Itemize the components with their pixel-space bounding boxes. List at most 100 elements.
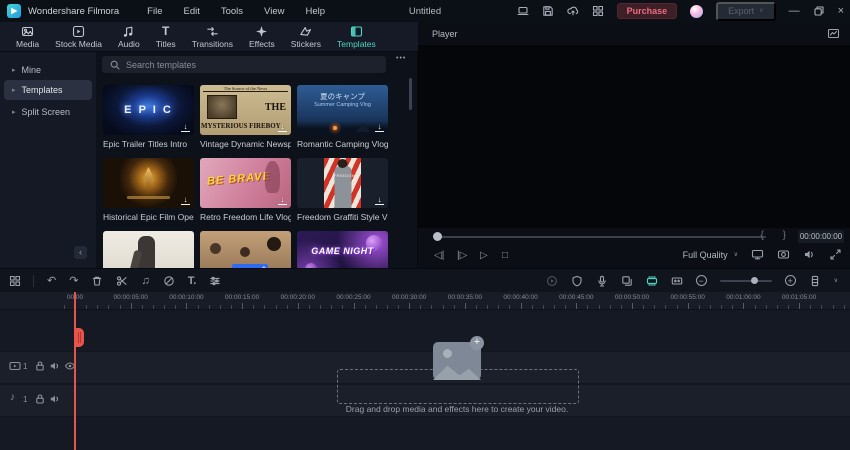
search-input[interactable]	[102, 56, 386, 73]
template-thumbnail[interactable]: TIMELINE + ↓	[200, 231, 291, 268]
track-manager-icon[interactable]	[809, 275, 821, 287]
save-icon[interactable]	[542, 5, 554, 17]
zoom-out-button[interactable]: −	[695, 275, 707, 286]
seek-bar[interactable]	[440, 236, 766, 238]
next-frame-button[interactable]: |▷	[457, 249, 467, 263]
volume-icon[interactable]	[803, 248, 816, 261]
filmstrip-icon[interactable]	[646, 275, 658, 287]
shield-icon[interactable]	[571, 275, 583, 287]
fit-timeline-icon[interactable]	[671, 275, 683, 287]
tab-titles[interactable]: T Titles	[148, 22, 184, 52]
mute-track-icon[interactable]	[49, 393, 61, 405]
zoom-in-button[interactable]: +	[784, 275, 796, 286]
close-button[interactable]: ×	[838, 0, 844, 22]
template-thumbnail[interactable]: GAME NIGHT ↓	[297, 231, 388, 268]
microphone-icon[interactable]	[596, 275, 608, 287]
download-icon[interactable]: ↓	[375, 196, 384, 205]
download-icon[interactable]: ↓	[375, 123, 384, 132]
template-thumbnail[interactable]: The Source of the News THE MYSTERIOUS FI…	[200, 85, 291, 135]
menu-edit[interactable]: Edit	[183, 6, 199, 17]
menu-file[interactable]: File	[147, 6, 162, 17]
download-icon[interactable]: ↓	[181, 196, 190, 205]
previous-frame-button[interactable]: ◁|	[434, 249, 444, 263]
template-thumbnail[interactable]: ↓	[103, 158, 194, 208]
snapshot-camera-icon[interactable]	[777, 248, 790, 261]
template-thumbnail[interactable]: FREEDOM ↓	[297, 158, 388, 208]
sidebar-item-split-screen[interactable]: ▸ Split Screen	[4, 102, 92, 122]
user-avatar[interactable]	[690, 4, 704, 18]
mirror-display-icon[interactable]	[751, 248, 764, 261]
download-icon[interactable]: ↓	[278, 123, 287, 132]
delete-button[interactable]	[91, 275, 103, 287]
download-icon[interactable]: ↓	[278, 196, 287, 205]
template-card[interactable]: The Source of the News THE MYSTERIOUS FI…	[200, 85, 291, 151]
template-card[interactable]: FREEDOM ↓ Freedom Graffiti Style Vlog	[297, 158, 388, 224]
layers-icon[interactable]	[621, 275, 633, 287]
preview-window-icon[interactable]	[827, 27, 840, 40]
text-tool-button[interactable]: T.	[188, 275, 197, 287]
timeline-ruler[interactable]: 00:0000:00:05:0000:00:10:0000:00:15:0000…	[0, 292, 850, 310]
tab-transitions[interactable]: Transitions	[184, 22, 241, 52]
template-card[interactable]: ↓	[103, 231, 194, 268]
sidebar-item-templates[interactable]: ▸ Templates	[4, 80, 92, 100]
zoom-slider-handle[interactable]	[750, 277, 758, 284]
template-card[interactable]: GAME NIGHT ↓	[297, 231, 388, 268]
minimize-button[interactable]: —	[789, 0, 800, 22]
timeline-ruler-scale[interactable]: 00:0000:00:05:0000:00:10:0000:00:15:0000…	[60, 292, 850, 309]
mark-in-out-buttons[interactable]: { }	[761, 230, 794, 241]
templates-scrollbar[interactable]	[409, 78, 412, 110]
restore-button[interactable]	[813, 5, 825, 17]
adjust-sliders-button[interactable]	[209, 275, 221, 287]
cloud-upload-icon[interactable]	[566, 5, 579, 17]
menu-tools[interactable]: Tools	[221, 6, 243, 17]
display-settings-icon[interactable]	[517, 5, 529, 17]
video-preview-area[interactable]	[418, 45, 850, 228]
tab-audio[interactable]: Audio	[110, 22, 148, 52]
template-thumbnail[interactable]: BE BRAVE ↓	[200, 158, 291, 208]
tab-stickers[interactable]: Stickers	[283, 22, 329, 52]
tab-effects[interactable]: Effects	[241, 22, 283, 52]
template-card[interactable]: TIMELINE + ↓	[200, 231, 291, 268]
lock-icon[interactable]	[34, 393, 46, 405]
tab-media[interactable]: Media	[8, 22, 47, 52]
split-scissors-button[interactable]	[116, 275, 128, 287]
ruler-tick	[320, 305, 322, 309]
stop-button[interactable]: □	[502, 249, 508, 263]
timeline-zoom-slider[interactable]	[719, 277, 772, 284]
template-thumbnail[interactable]: 夏のキャンプ Summer Camping Vlog ↓	[297, 85, 388, 135]
playhead-line[interactable]	[74, 292, 76, 450]
download-icon[interactable]: ↓	[181, 123, 190, 132]
template-card[interactable]: E P I C ↓ Epic Trailer Titles Intro	[103, 85, 194, 151]
tab-templates[interactable]: Templates	[329, 22, 384, 52]
template-card[interactable]: BE BRAVE ↓ Retro Freedom Life Vlog	[200, 158, 291, 224]
playhead-handle[interactable]	[75, 328, 84, 347]
template-card[interactable]: ↓ Historical Epic Film Opener	[103, 158, 194, 224]
tab-stock-media[interactable]: Stock Media	[47, 22, 110, 52]
export-button[interactable]: Export ∨	[716, 1, 776, 21]
ruler-tick	[654, 305, 656, 309]
collapse-sidebar-button[interactable]: ‹	[74, 246, 87, 259]
menu-help[interactable]: Help	[305, 6, 325, 17]
play-button[interactable]: ▷	[480, 249, 488, 263]
circle-slash-button[interactable]	[163, 275, 175, 287]
layout-switch-icon[interactable]	[592, 5, 604, 17]
template-thumbnail[interactable]: E P I C ↓	[103, 85, 194, 135]
render-preview-button[interactable]	[546, 275, 558, 287]
beat-note-button[interactable]: ♫	[141, 275, 149, 287]
undo-button[interactable]: ↶	[47, 275, 56, 287]
purchase-button[interactable]: Purchase	[616, 3, 678, 19]
redo-button[interactable]: ↷	[69, 275, 78, 287]
media-view-toggle-icon[interactable]	[9, 275, 21, 287]
lock-icon[interactable]	[34, 360, 46, 372]
template-thumbnail[interactable]: ↓	[103, 231, 194, 268]
more-options-button[interactable]: •••	[396, 55, 406, 62]
menu-view[interactable]: View	[264, 6, 284, 17]
ruler-tick	[698, 305, 700, 309]
quality-select[interactable]: Full Quality ∨	[683, 250, 738, 260]
mute-track-icon[interactable]	[49, 360, 61, 372]
track-menu-caret-icon[interactable]: ∨	[834, 277, 838, 284]
seek-handle[interactable]	[433, 232, 442, 241]
fullscreen-icon[interactable]	[829, 248, 842, 261]
template-card[interactable]: 夏のキャンプ Summer Camping Vlog ↓ Romantic Ca…	[297, 85, 388, 151]
sidebar-item-mine[interactable]: ▸ Mine	[4, 60, 92, 80]
